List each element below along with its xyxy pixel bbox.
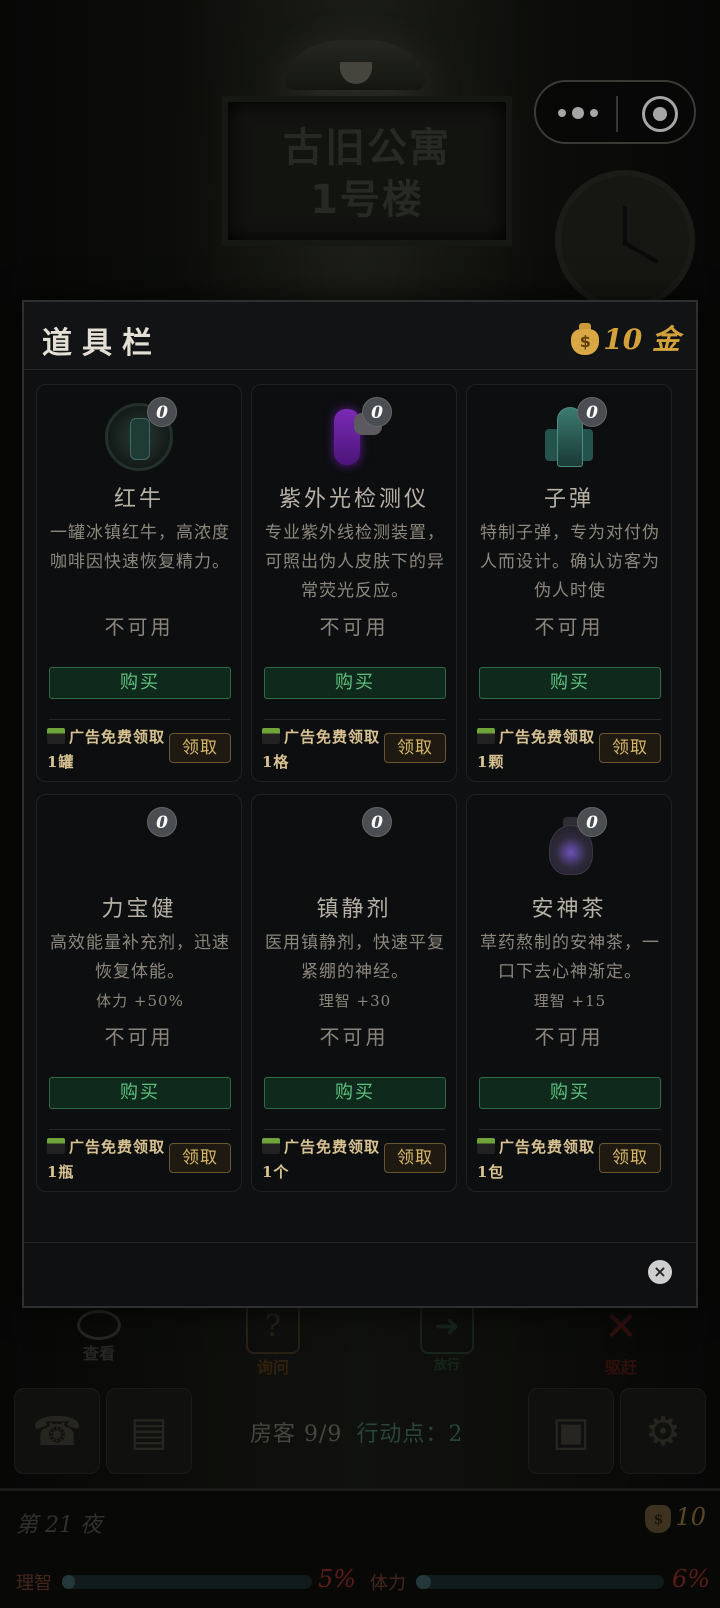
item-grid: 0 红牛 一罐冰镇红牛，高浓度咖啡因快速恢复精力。 不可用 购买 广告免费领取1… bbox=[36, 384, 688, 1204]
claim-button[interactable]: 领取 bbox=[169, 1143, 231, 1173]
ad-offer-text: 广告免费领取1包 bbox=[477, 1138, 596, 1181]
ad-offer-text: 广告免费领取1个 bbox=[262, 1138, 381, 1181]
clapperboard-icon bbox=[477, 1138, 495, 1154]
close-icon[interactable]: × bbox=[648, 1260, 672, 1284]
claim-button[interactable]: 领取 bbox=[599, 733, 661, 763]
item-status: 不可用 bbox=[534, 1025, 604, 1049]
item-count-badge: 0 bbox=[577, 397, 607, 427]
item-card-redbull: 0 红牛 一罐冰镇红牛，高浓度咖啡因快速恢复精力。 不可用 购买 广告免费领取1… bbox=[36, 384, 242, 782]
item-description: 特制子弹，专为对付伪人而设计。确认访客为伪人时使 bbox=[480, 523, 660, 601]
item-count-badge: 0 bbox=[147, 807, 177, 837]
item-status: 不可用 bbox=[104, 615, 174, 639]
inventory-modal: 道具栏 $10 金 0 红牛 一罐冰镇红牛，高浓度咖啡因快速恢复精力。 不可用 … bbox=[22, 300, 698, 1308]
item-status: 不可用 bbox=[319, 615, 389, 639]
ad-offer-text: 广告免费领取1颗 bbox=[477, 728, 596, 771]
ad-offer-text: 广告免费领取1格 bbox=[262, 728, 381, 771]
item-effect: 理智 +15 bbox=[533, 992, 607, 1010]
claim-button[interactable]: 领取 bbox=[169, 733, 231, 763]
clapperboard-icon bbox=[47, 1138, 65, 1154]
modal-gold: $10 金 bbox=[571, 318, 680, 358]
clapperboard-icon bbox=[262, 728, 280, 744]
ad-offer-text: 广告免费领取1瓶 bbox=[47, 1138, 166, 1181]
clapperboard-icon bbox=[477, 728, 495, 744]
claim-button[interactable]: 领取 bbox=[599, 1143, 661, 1173]
item-name: 子弹 bbox=[543, 487, 594, 512]
item-card-energy-drink: 0 力宝健 高效能量补充剂，迅速恢复体能。 体力 +50% 不可用 购买 广告免费… bbox=[36, 794, 242, 1192]
item-name: 红牛 bbox=[113, 487, 164, 512]
buy-button[interactable]: 购买 bbox=[49, 667, 231, 699]
item-card-herbal-tea: 0 安神茶 草药熬制的安神茶，一口下去心神渐定。 理智 +15 不可用 购买 广告… bbox=[466, 794, 672, 1192]
buy-button[interactable]: 购买 bbox=[49, 1077, 231, 1109]
item-status: 不可用 bbox=[534, 615, 604, 639]
item-card-sedative: 0 镇静剂 医用镇静剂，快速平复紧绷的神经。 理智 +30 不可用 购买 广告免费… bbox=[251, 794, 457, 1192]
moneybag-icon: $ bbox=[571, 323, 600, 355]
item-name: 镇静剂 bbox=[316, 897, 392, 922]
item-description: 专业紫外线检测装置，可照出伪人皮肤下的异常荧光反应。 bbox=[265, 523, 445, 601]
item-count-badge: 0 bbox=[362, 807, 392, 837]
ad-offer-text: 广告免费领取1罐 bbox=[47, 728, 166, 771]
clapperboard-icon bbox=[262, 1138, 280, 1154]
item-card-bullet: 0 子弹 特制子弹，专为对付伪人而设计。确认访客为伪人时使 不可用 购买 广告免… bbox=[466, 384, 672, 782]
item-description: 高效能量补充剂，迅速恢复体能。 体力 +50% bbox=[50, 933, 230, 1010]
item-card-uv-detector: 0 紫外光检测仪 专业紫外线检测装置，可照出伪人皮肤下的异常荧光反应。 不可用 … bbox=[251, 384, 457, 782]
item-name: 紫外光检测仪 bbox=[278, 487, 429, 512]
item-status: 不可用 bbox=[319, 1025, 389, 1049]
modal-gold-amount: 10 金 bbox=[603, 323, 680, 356]
clapperboard-icon bbox=[47, 728, 65, 744]
modal-title: 道具栏 bbox=[42, 326, 162, 361]
claim-button[interactable]: 领取 bbox=[384, 1143, 446, 1173]
modal-header: 道具栏 $10 金 bbox=[24, 302, 696, 370]
buy-button[interactable]: 购买 bbox=[479, 1077, 661, 1109]
item-description: 医用镇静剂，快速平复紧绷的神经。 理智 +30 bbox=[265, 933, 445, 1010]
item-effect: 理智 +30 bbox=[318, 992, 392, 1010]
item-status: 不可用 bbox=[104, 1025, 174, 1049]
item-count-badge: 0 bbox=[577, 807, 607, 837]
item-count-badge: 0 bbox=[362, 397, 392, 427]
item-description: 一罐冰镇红牛，高浓度咖啡因快速恢复精力。 bbox=[50, 523, 230, 572]
item-description: 草药熬制的安神茶，一口下去心神渐定。 理智 +15 bbox=[480, 933, 660, 1010]
buy-button[interactable]: 购买 bbox=[264, 1077, 446, 1109]
item-effect: 体力 +50% bbox=[96, 992, 184, 1010]
item-name: 安神茶 bbox=[531, 897, 607, 922]
buy-button[interactable]: 购买 bbox=[479, 667, 661, 699]
item-name: 力宝健 bbox=[101, 897, 177, 922]
claim-button[interactable]: 领取 bbox=[384, 733, 446, 763]
buy-button[interactable]: 购买 bbox=[264, 667, 446, 699]
item-count-badge: 0 bbox=[147, 397, 177, 427]
